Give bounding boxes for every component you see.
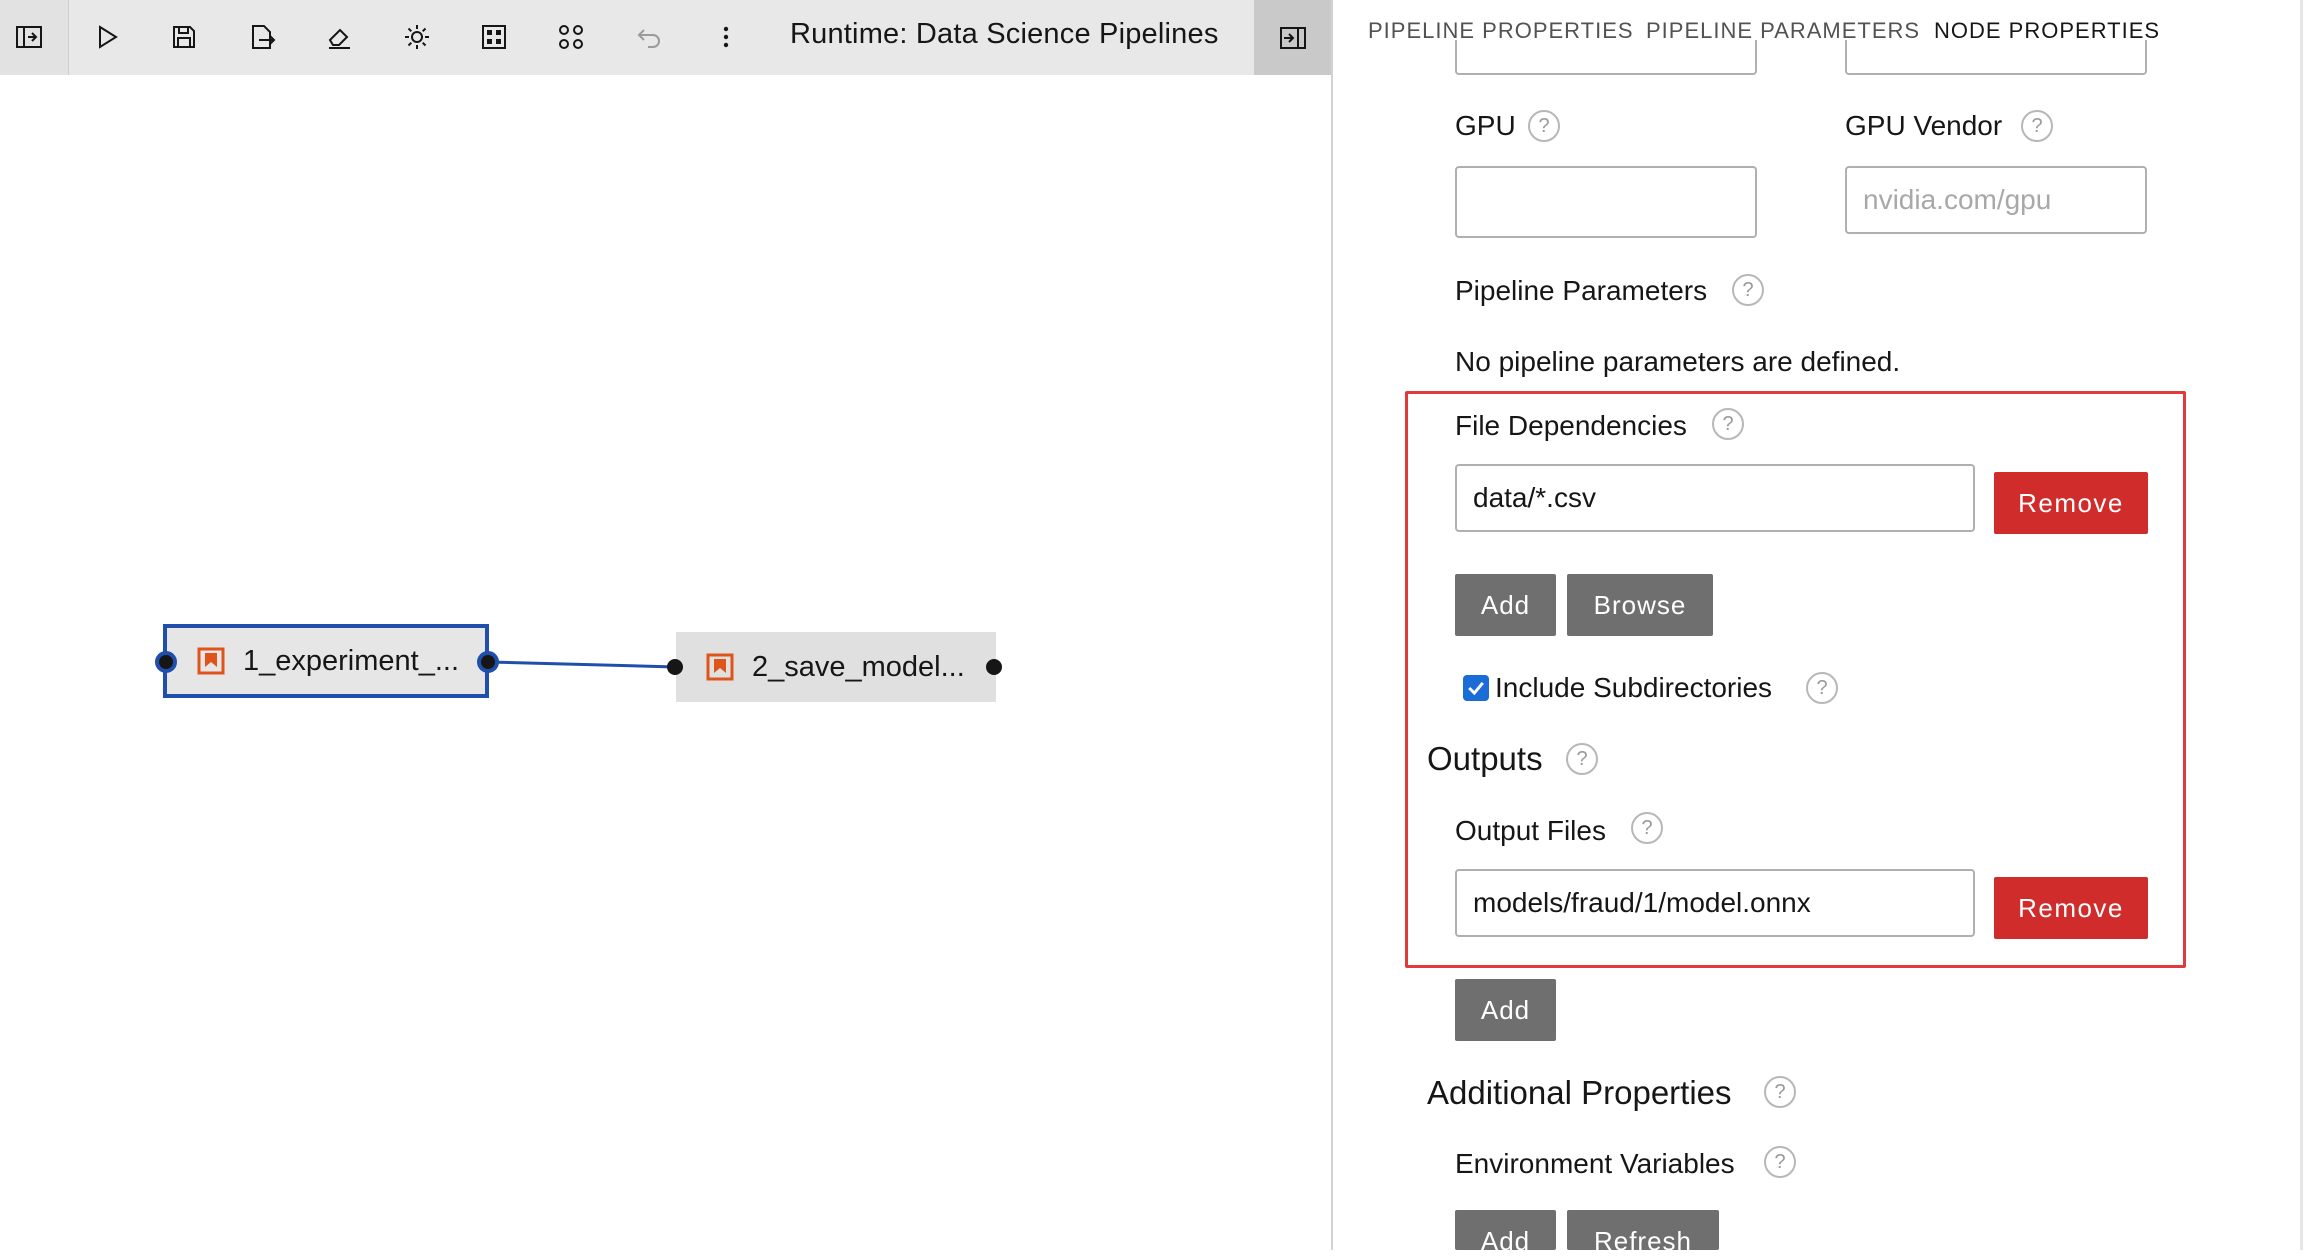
- output-port[interactable]: [986, 659, 1002, 675]
- memory-field[interactable]: [1455, 40, 1757, 75]
- gpu-vendor-label: GPU Vendor: [1845, 110, 2003, 141]
- memory-unit-field[interactable]: [1845, 40, 2147, 75]
- pipeline-node-2[interactable]: 2_save_model...: [676, 632, 996, 702]
- help-icon[interactable]: ?: [1732, 274, 1764, 306]
- add-output-file-button[interactable]: Add: [1455, 979, 1556, 1041]
- pipeline-node-1[interactable]: 1_experiment_...: [163, 624, 489, 698]
- remove-file-dependency-button[interactable]: Remove: [1994, 472, 2148, 534]
- input-port[interactable]: [155, 651, 177, 673]
- pipeline-parameters-empty-text: No pipeline parameters are defined.: [1455, 346, 1901, 377]
- notebook-icon: [197, 647, 225, 675]
- output-file-input[interactable]: models/fraud/1/model.onnx: [1455, 869, 1975, 937]
- help-icon[interactable]: ?: [1631, 812, 1663, 844]
- gpu-vendor-input[interactable]: nvidia.com/gpu: [1845, 166, 2147, 234]
- remove-output-file-button[interactable]: Remove: [1994, 877, 2148, 939]
- include-subdirectories-label: Include Subdirectories: [1495, 672, 1773, 703]
- help-icon[interactable]: ?: [2021, 110, 2053, 142]
- help-icon[interactable]: ?: [1712, 408, 1744, 440]
- refresh-button[interactable]: Refresh: [1567, 1210, 1719, 1256]
- pipeline-parameters-label: Pipeline Parameters: [1455, 275, 1708, 306]
- notebook-icon: [706, 653, 734, 681]
- browse-button[interactable]: Browse: [1567, 574, 1713, 636]
- checkmark-icon: [1468, 681, 1484, 696]
- gpu-input[interactable]: [1455, 166, 1757, 238]
- gpu-label: GPU: [1455, 110, 1516, 141]
- help-icon[interactable]: ?: [1566, 743, 1598, 775]
- input-port[interactable]: [667, 659, 683, 675]
- scrollbar[interactable]: [2300, 0, 2303, 1250]
- file-dependency-input[interactable]: data/*.csv: [1455, 464, 1975, 532]
- node-label: 2_save_model...: [752, 650, 965, 683]
- environment-variables-label: Environment Variables: [1455, 1148, 1735, 1179]
- help-icon[interactable]: ?: [1528, 110, 1560, 142]
- node-link[interactable]: [488, 660, 677, 669]
- additional-properties-heading: Additional Properties: [1427, 1074, 1732, 1111]
- add-environment-variable-button[interactable]: Add: [1455, 1210, 1556, 1256]
- node-label: 1_experiment_...: [243, 644, 460, 677]
- output-files-label: Output Files: [1455, 815, 1606, 846]
- help-icon[interactable]: ?: [1764, 1076, 1796, 1108]
- help-icon[interactable]: ?: [1806, 672, 1838, 704]
- output-port[interactable]: [477, 651, 499, 673]
- file-dependencies-label: File Dependencies: [1455, 410, 1687, 441]
- help-icon[interactable]: ?: [1764, 1146, 1796, 1178]
- outputs-heading: Outputs: [1427, 740, 1543, 777]
- add-file-dependency-button[interactable]: Add: [1455, 574, 1556, 636]
- include-subdirectories-checkbox[interactable]: [1463, 675, 1489, 701]
